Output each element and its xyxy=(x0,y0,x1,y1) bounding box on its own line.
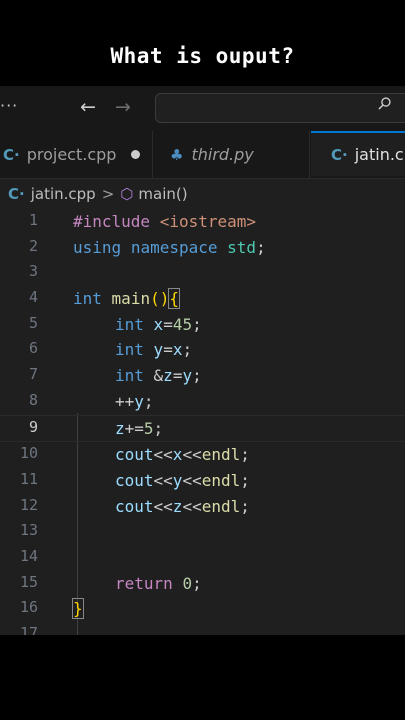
title-bar: ··· ← → xyxy=(0,86,405,131)
tab-project-cpp[interactable]: C· project.cpp xyxy=(0,131,153,178)
breadcrumb-separator: > xyxy=(101,185,115,203)
video-caption: What is ouput? xyxy=(110,44,295,68)
line-number: 14 xyxy=(19,546,38,565)
code-text: int main(){ xyxy=(73,288,180,310)
code-area[interactable]: 1 #include <iostream> 2 using namespace st… xyxy=(0,209,405,635)
code-text: return 0; xyxy=(115,573,202,593)
code-line: 6 int y=x; xyxy=(0,337,405,363)
cpp-file-icon: C· xyxy=(3,145,20,164)
tab-bar: C· project.cpp ♣ third.py C· jatin.cpp xyxy=(0,131,405,179)
line-number: 3 xyxy=(28,262,38,281)
tab-label: third.py xyxy=(191,145,254,164)
unsaved-dot-icon xyxy=(131,150,141,159)
line-number: 12 xyxy=(19,495,38,514)
line-number: 13 xyxy=(19,521,38,540)
line-number: 4 xyxy=(28,288,38,307)
code-line-active: 9 z+=5; xyxy=(0,414,405,443)
code-line: 12 cout<<z<<endl; xyxy=(0,494,405,520)
line-number: 17 xyxy=(19,624,38,635)
code-line: 7 int &z=y; xyxy=(0,363,405,389)
code-line: 14 xyxy=(0,545,405,571)
breadcrumb: C· jatin.cpp > ⬡ main() xyxy=(0,179,405,209)
python-file-icon: ♣ xyxy=(170,145,184,164)
code-line: 11 cout<<y<<endl; xyxy=(0,468,405,494)
code-line: 8 ++y; xyxy=(0,389,405,415)
tab-jatin-cpp[interactable]: C· jatin.cpp xyxy=(311,131,405,176)
code-text: int &z=y; xyxy=(115,366,202,386)
code-text: cout<<y<<endl; xyxy=(115,470,250,490)
tab-label: jatin.cpp xyxy=(354,145,405,164)
tab-label: project.cpp xyxy=(26,145,117,164)
line-number: 7 xyxy=(28,365,38,384)
code-editor-window: ··· ← → C· project.cpp ♣ third.py C· jat… xyxy=(0,86,405,635)
breadcrumb-file[interactable]: jatin.cpp xyxy=(31,185,96,203)
search-icon xyxy=(378,97,391,110)
line-number: 10 xyxy=(19,444,38,463)
line-number: 15 xyxy=(19,572,38,591)
line-number: 8 xyxy=(28,390,38,409)
command-search-input[interactable] xyxy=(155,93,405,123)
code-text: z+=5; xyxy=(115,418,164,438)
cpp-file-icon: C· xyxy=(331,145,348,164)
code-line: 3 xyxy=(0,260,405,286)
forward-arrow-icon[interactable]: → xyxy=(115,96,131,118)
code-text: cout<<z<<endl; xyxy=(115,496,250,516)
breadcrumb-symbol[interactable]: main() xyxy=(138,185,187,203)
line-number: 6 xyxy=(28,339,38,358)
code-line: 15 return 0; xyxy=(0,571,405,597)
code-line: 4 int main(){ xyxy=(0,286,405,312)
method-cube-icon: ⬡ xyxy=(120,185,134,203)
code-text: int y=x; xyxy=(115,340,193,360)
code-line: 10 cout<<x<<endl; xyxy=(0,442,405,468)
code-text: using namespace std; xyxy=(73,237,266,257)
back-arrow-icon[interactable]: ← xyxy=(80,96,96,118)
line-number: 9 xyxy=(28,417,38,436)
code-line: 16} xyxy=(0,596,405,622)
cpp-file-icon: C· xyxy=(8,185,25,203)
code-line: 17 xyxy=(0,622,405,635)
more-menu-icon[interactable]: ··· xyxy=(0,96,18,115)
code-line: 2 using namespace std; xyxy=(0,235,405,261)
line-number: 2 xyxy=(28,236,38,255)
code-line: 13 xyxy=(0,519,405,545)
line-number: 16 xyxy=(19,598,38,617)
code-text: cout<<x<<endl; xyxy=(115,445,250,465)
code-line: 5 int x=45; xyxy=(0,312,405,338)
code-text: ++y; xyxy=(115,391,154,411)
line-number: 1 xyxy=(28,211,38,229)
tab-third-py[interactable]: ♣ third.py xyxy=(150,131,310,178)
code-text: } xyxy=(72,598,84,620)
code-line: 1 #include <iostream> xyxy=(0,209,405,235)
line-number: 5 xyxy=(28,313,38,332)
code-text: int x=45; xyxy=(115,314,202,334)
line-number: 11 xyxy=(19,469,38,488)
code-text: #include <iostream> xyxy=(73,212,257,231)
